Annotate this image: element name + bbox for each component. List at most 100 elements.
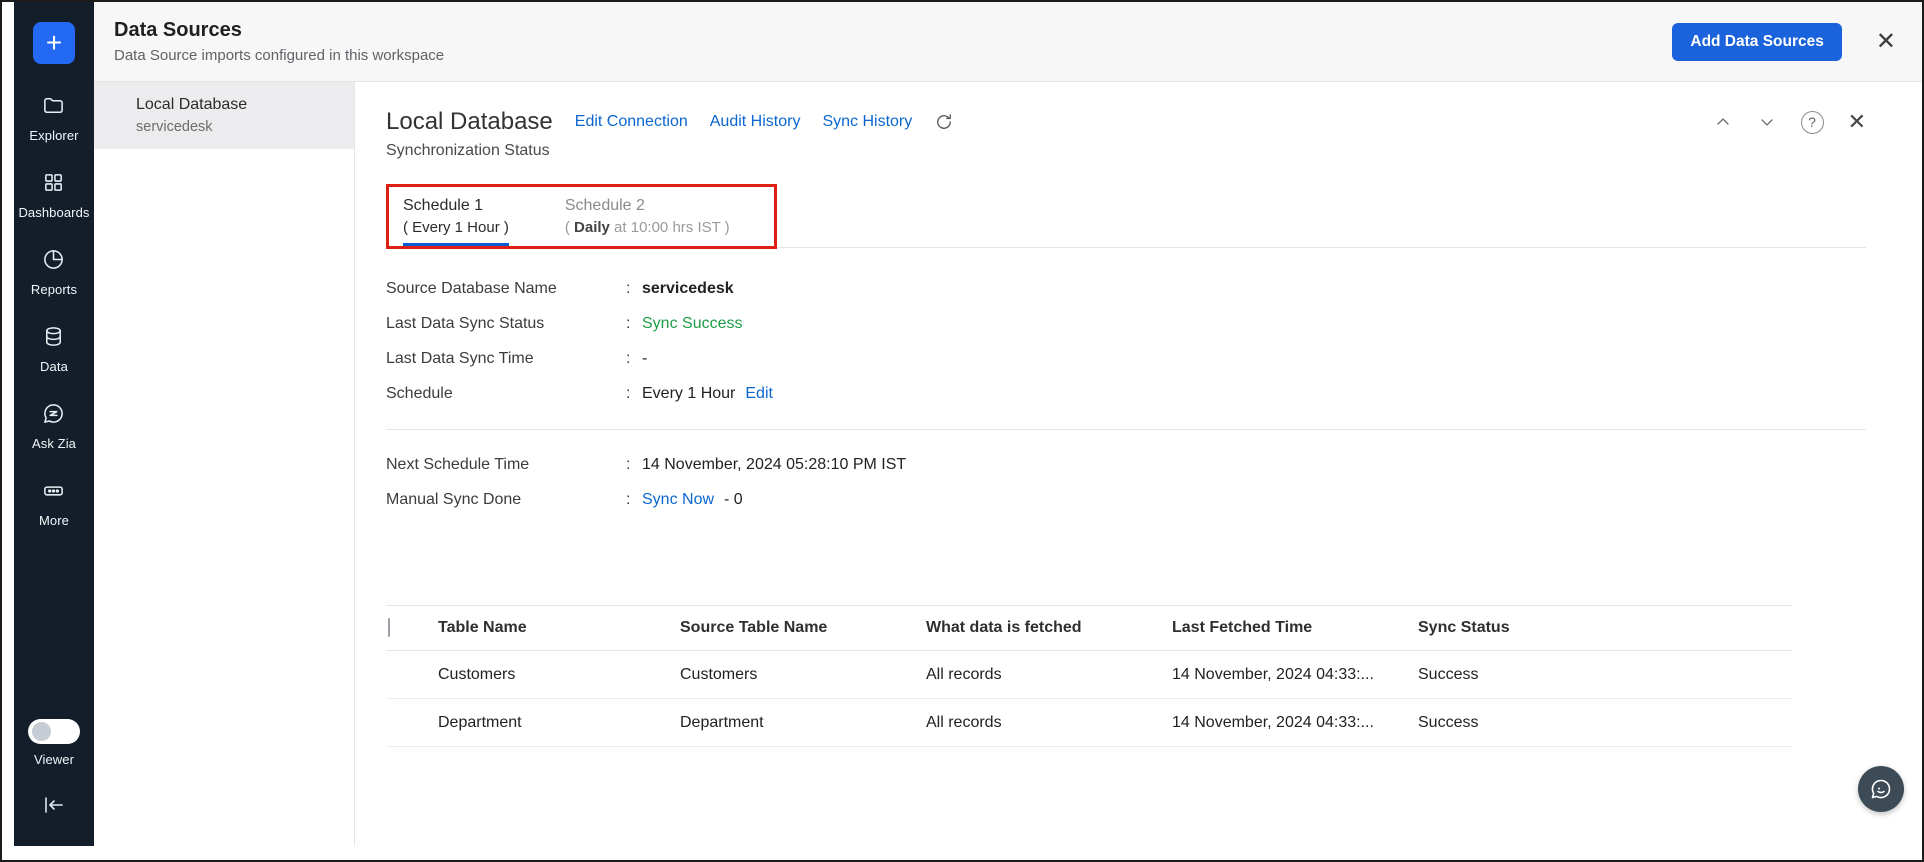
cell-fetched: All records [926, 665, 1002, 683]
cell-table-name: Department [438, 713, 522, 731]
cell-fetched: All records [926, 713, 1002, 731]
select-all-checkbox[interactable] [388, 618, 390, 637]
assistant-chat-button[interactable] [1858, 766, 1904, 812]
column-header: Table Name [438, 619, 527, 636]
chat-bubble-icon [1871, 779, 1891, 799]
plus-icon: + [45, 27, 63, 58]
edit-schedule-link[interactable]: Edit [745, 385, 773, 403]
zia-chat-icon [42, 402, 65, 430]
tab-subtitle: ( Every 1 Hour ) [403, 219, 509, 236]
source-database: servicedesk [136, 119, 213, 135]
detail-header-right: ? ✕ [1713, 110, 1866, 134]
viewer-toggle[interactable] [28, 719, 80, 744]
field-value: Every 1 Hour [642, 385, 736, 402]
cell-status: Success [1418, 713, 1479, 731]
tab-title: Schedule 2 [564, 197, 645, 214]
datasource-title: Local Database [386, 108, 553, 135]
field-value: servicedesk [642, 280, 734, 297]
field-value: - [642, 350, 648, 367]
tab-schedule-2[interactable]: Schedule 2 ( Daily at 10:00 hrs IST ) [565, 197, 730, 246]
source-name: Local Database [136, 96, 248, 113]
tables-table: Table Name Source Table Name What data i… [386, 605, 1792, 747]
cell-last-fetched: 14 November, 2024 04:33:... [1172, 713, 1374, 731]
tab-schedule-1[interactable]: Schedule 1 ( Every 1 Hour ) [403, 197, 509, 246]
field-next-schedule-time: Next Schedule Time : 14 November, 2024 0… [386, 456, 907, 473]
add-data-sources-button[interactable]: Add Data Sources [1672, 22, 1842, 61]
sidebar-item-more[interactable]: More [39, 479, 69, 528]
sidebar-nav: Explorer Dashboards Reports Data Ask Zia… [18, 94, 89, 528]
sync-history-link[interactable]: Sync History [822, 113, 912, 131]
database-icon [42, 325, 65, 353]
column-header: Sync Status [1418, 619, 1510, 636]
field-last-sync-time: Last Data Sync Time : - [386, 350, 648, 367]
refresh-icon[interactable] [934, 112, 954, 132]
sidebar-item-label: Dashboards [18, 205, 90, 220]
help-icon[interactable]: ? [1800, 110, 1824, 134]
panel-close-icon[interactable]: ✕ [1848, 111, 1866, 133]
sidebar-item-dashboards[interactable]: Dashboards [18, 171, 89, 220]
app-window: + Explorer Dashboards Reports Data Ask Z… [0, 0, 1924, 862]
table-header-row: Table Name Source Table Name What data i… [386, 605, 1792, 651]
field-value: - 0 [724, 491, 743, 508]
source-list-item-local-database[interactable]: Local Database servicedesk [94, 82, 354, 149]
source-detail: Local Database Edit Connection Audit His… [355, 82, 1922, 846]
toggle-knob [32, 722, 51, 741]
close-icon[interactable]: ✕ [1876, 29, 1896, 54]
cell-source-table: Customers [680, 665, 758, 683]
sync-success-status: Sync Success [642, 315, 743, 332]
chevron-down-icon[interactable] [1757, 112, 1777, 132]
sidebar-item-label: Data [40, 359, 68, 374]
page-subtitle: Data Source imports configured in this w… [114, 47, 445, 64]
sidebar-item-label: Ask Zia [31, 436, 77, 451]
cell-source-table: Department [680, 713, 764, 731]
sync-fields: Source Database Name : servicedesk Last … [386, 280, 1866, 509]
viewer-toggle-group: Viewer [28, 719, 80, 767]
table-row[interactable]: Department Department All records 14 Nov… [386, 699, 1792, 747]
section-divider [386, 429, 1866, 430]
chevron-up-icon[interactable] [1713, 112, 1733, 132]
audit-history-link[interactable]: Audit History [710, 113, 801, 131]
sidebar: + Explorer Dashboards Reports Data Ask Z… [14, 2, 94, 846]
sidebar-item-ask-zia[interactable]: Ask Zia [32, 402, 76, 451]
schedule-tabs-row: Schedule 1 ( Every 1 Hour ) Schedule 2 (… [386, 184, 1866, 249]
sidebar-item-explorer[interactable]: Explorer [29, 94, 78, 143]
ellipsis-icon [42, 479, 65, 507]
sidebar-item-reports[interactable]: Reports [31, 248, 77, 297]
column-header: Last Fetched Time [1172, 619, 1313, 636]
sidebar-item-data[interactable]: Data [40, 325, 68, 374]
sync-now-link[interactable]: Sync Now [642, 491, 714, 509]
pie-chart-icon [42, 248, 65, 276]
page-header: Data Sources Data Source imports configu… [94, 2, 1922, 82]
edit-connection-link[interactable]: Edit Connection [575, 113, 688, 131]
folder-icon [42, 94, 65, 122]
tab-subtitle: ( Daily at 10:00 hrs IST ) [564, 219, 730, 236]
grid-icon [42, 171, 65, 199]
sync-status-subtitle: Synchronization Status [386, 142, 550, 159]
field-value: 14 November, 2024 05:28:10 PM IST [642, 456, 907, 473]
header-actions: Add Data Sources ✕ [1672, 22, 1896, 61]
field-last-sync-status: Last Data Sync Status : Sync Success [386, 315, 743, 332]
page-title: Data Sources [114, 19, 242, 41]
sidebar-item-label: Reports [30, 282, 78, 297]
table-row[interactable]: Customers Customers All records 14 Novem… [386, 651, 1792, 699]
collapse-sidebar-icon[interactable] [42, 793, 66, 822]
tab-title: Schedule 1 [403, 197, 484, 214]
red-annotation-box: Schedule 1 ( Every 1 Hour ) Schedule 2 (… [386, 184, 777, 249]
field-source-database-name: Source Database Name : servicedesk [386, 280, 734, 297]
sidebar-add-button[interactable]: + [33, 22, 75, 64]
page-header-text: Data Sources Data Source imports configu… [114, 19, 444, 64]
content-body: Local Database servicedesk Local Databas… [94, 82, 1922, 846]
field-schedule: Schedule : Every 1 Hour Edit [386, 385, 773, 403]
sidebar-item-label: More [38, 513, 69, 528]
column-header: What data is fetched [926, 619, 1082, 636]
detail-header-left: Local Database Edit Connection Audit His… [386, 108, 954, 136]
source-list-panel: Local Database servicedesk [94, 82, 355, 846]
field-manual-sync-done: Manual Sync Done : Sync Now - 0 [386, 491, 743, 509]
sidebar-item-label: Explorer [29, 128, 79, 143]
cell-status: Success [1418, 665, 1479, 683]
cell-table-name: Customers [438, 665, 516, 683]
column-header: Source Table Name [680, 619, 828, 636]
viewer-label: Viewer [33, 752, 75, 767]
cell-last-fetched: 14 November, 2024 04:33:... [1172, 665, 1374, 683]
main-region: Data Sources Data Source imports configu… [94, 2, 1922, 846]
